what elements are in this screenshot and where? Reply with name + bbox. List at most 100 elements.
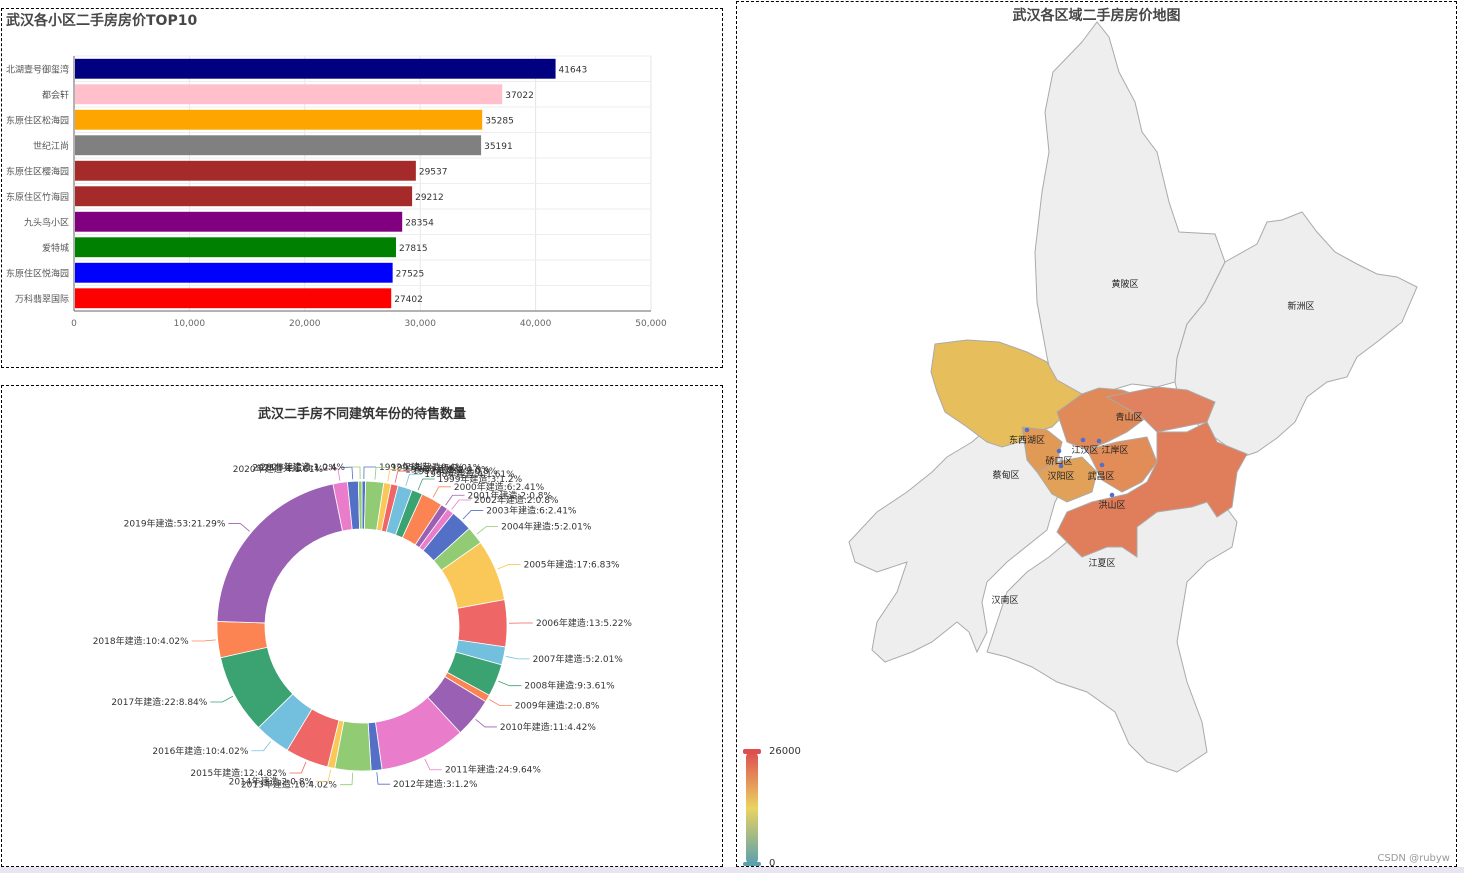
- label-jiangxia: 江夏区: [1088, 558, 1115, 569]
- bar-category-label: 北湖壹号御玺湾: [6, 63, 69, 75]
- bar[interactable]: [75, 84, 503, 105]
- visual-map-max: 26000: [769, 746, 801, 757]
- pie-leader-line: [289, 761, 307, 774]
- bar-x-tick-label: 0: [71, 319, 77, 329]
- bar-value-label: 37022: [505, 91, 534, 101]
- pie-leader-line: [417, 478, 435, 491]
- bar[interactable]: [75, 288, 392, 309]
- pie-slice[interactable]: [216, 483, 344, 624]
- bar[interactable]: [75, 109, 483, 130]
- label-dongxihu: 东西湖区: [1009, 434, 1045, 446]
- bar[interactable]: [75, 211, 403, 232]
- visual-map-bar[interactable]: [746, 752, 758, 864]
- bar-category-label: 东原住区樱海园: [6, 165, 69, 177]
- bar-x-tick-label: 10,000: [174, 319, 206, 329]
- pie-slice-label: 2005年建造:17:6.83%: [524, 558, 620, 570]
- bar-chart: 0 10,000 20,000 30,000 40,000 50,000 41643 北湖壹号…: [6, 55, 667, 329]
- bar-category-label: 东原住区松海园: [6, 114, 69, 126]
- bar-chart-title: 武汉各小区二手房房价TOP10: [6, 13, 198, 29]
- bar[interactable]: [75, 237, 396, 258]
- label-jianghan: 江汉区: [1071, 445, 1098, 456]
- bar-value-label: 35285: [485, 116, 514, 126]
- marker-dongxihu: [1024, 427, 1030, 433]
- bar-value-label: 27815: [399, 244, 428, 254]
- pie-chart: 1992年建造:1:0.4%1995年建造:5:2.01%1996年建造:2:0…: [93, 461, 633, 791]
- bar-value-label: 27525: [396, 269, 425, 279]
- map-chart-title: 武汉各区域二手房房价地图: [1012, 8, 1181, 24]
- bar-value-label: 41643: [559, 65, 588, 75]
- pie-leader-line: [489, 699, 512, 706]
- bar-category-label: 都会轩: [42, 89, 69, 101]
- pie-slice-label: 2004年建造:5:2.01%: [501, 521, 592, 533]
- credit-watermark: CSDN @rubyw: [1377, 853, 1450, 864]
- pie-slice-label: 2016年建造:10:4.02%: [152, 745, 248, 757]
- pie-leader-line: [462, 510, 484, 520]
- pie-leader-line: [339, 772, 354, 786]
- pie-leader-line: [451, 499, 471, 510]
- pie-slice-label: 2015年建造:12:4.82%: [190, 767, 286, 779]
- wuhan-map: 黄陂区 新洲区 东西湖区 青山区 江岸区 江汉区 硚口区 汉阳区 武昌区 洪山区…: [743, 21, 1418, 866]
- bar-x-tick-label: 40,000: [520, 319, 552, 329]
- marker-hanyang: [1058, 463, 1064, 469]
- pie-leader-line: [191, 639, 216, 642]
- bottom-strip: [0, 867, 1464, 873]
- bar-category-label: 九头鸟小区: [24, 216, 69, 228]
- pie-slice[interactable]: [456, 599, 508, 648]
- pie-leader-line: [476, 526, 499, 535]
- pie-slice-label: 2017年建造:22:8.84%: [111, 696, 207, 708]
- pie-leader-line: [210, 695, 234, 703]
- marker-wuchang: [1099, 462, 1105, 468]
- pie-leader-line: [363, 466, 377, 480]
- pie-leader-line: [475, 718, 497, 728]
- visual-map-handle-top[interactable]: [743, 749, 761, 754]
- bar-category-label: 东原住区悦海园: [6, 267, 69, 279]
- pie-leader-line: [497, 564, 521, 570]
- build-year-pie-panel: 武汉二手房不同建筑年份的待售数量 1992年建造:1:0.4% 1995年建造:5…: [1, 385, 723, 867]
- bar[interactable]: [75, 135, 482, 156]
- top10-bar-panel: 武汉各小区二手房房价TOP10 0 10,000 20,000 30,000 40,00…: [1, 8, 723, 368]
- bar[interactable]: [75, 160, 416, 181]
- label-huangpi: 黄陂区: [1111, 278, 1138, 290]
- pie-leader-line: [347, 466, 361, 480]
- bar-x-tick-label: 30,000: [404, 319, 436, 329]
- pie-slice-label: 2011年建造:24:9.64%: [445, 764, 541, 776]
- pie-slice-label: 2023年建造:1:0.4%: [260, 461, 345, 473]
- marker-jianghan: [1080, 437, 1086, 443]
- bar[interactable]: [75, 186, 413, 207]
- visual-map-legend: [743, 749, 761, 866]
- pie-leader-line: [228, 523, 250, 532]
- pie-leader-line: [505, 655, 530, 660]
- bar-value-label: 28354: [405, 218, 434, 228]
- label-hanyang: 汉阳区: [1047, 471, 1074, 482]
- pie-slice-label: 2009年建造:2:0.8%: [515, 700, 600, 712]
- pie-slice-label: 2018年建造:10:4.02%: [93, 635, 189, 647]
- pie-slice-label: 2007年建造:5:2.01%: [533, 653, 624, 665]
- bar-category-label: 万科翡翠国际: [15, 293, 69, 305]
- visual-map-min: 0: [769, 858, 776, 867]
- bar-value-label: 27402: [394, 295, 423, 305]
- pie-chart-title: 武汉二手房不同建筑年份的待售数量: [257, 407, 466, 422]
- pie-leader-line: [498, 680, 522, 687]
- label-jiangan: 江岸区: [1101, 445, 1128, 456]
- label-wuchang: 武昌区: [1087, 470, 1114, 482]
- pie-slice-label: 2008年建造:9:3.61%: [524, 680, 615, 692]
- bar-category-label: 世纪江尚: [33, 140, 69, 152]
- bar-value-label: 29212: [415, 193, 444, 203]
- label-hannan: 汉南区: [991, 594, 1018, 606]
- label-hongshan: 洪山区: [1098, 499, 1125, 511]
- pie-leader-line: [432, 486, 451, 498]
- bar[interactable]: [75, 262, 393, 283]
- bar-x-tick-label: 50,000: [635, 319, 667, 329]
- pie-leader-line: [316, 769, 332, 782]
- bar[interactable]: [75, 58, 556, 79]
- bar-value-label: 29537: [419, 167, 448, 177]
- pie-slice-label: 2003年建造:6:2.41%: [486, 504, 577, 516]
- label-qingshan: 青山区: [1115, 411, 1142, 423]
- district-map-panel: 武汉各区域二手房房价地图 黄陂区 新洲区 东西湖区 青山区 江岸区 江汉区 硚口…: [736, 1, 1457, 867]
- label-caidian: 蔡甸区: [992, 469, 1019, 481]
- bar-value-label: 35191: [484, 142, 513, 152]
- bar-category-label: 东原住区竹海园: [6, 191, 69, 203]
- pie-slice-label: 2010年建造:11:4.42%: [500, 721, 596, 733]
- pie-slice-label: 2006年建造:13:5.22%: [536, 617, 632, 629]
- visual-map-handle-bottom[interactable]: [743, 862, 761, 866]
